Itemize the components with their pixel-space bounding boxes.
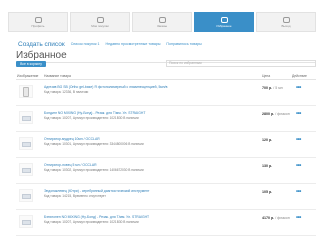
table-header: Изображение Название товара Цена Действи…: [16, 72, 316, 80]
product-image[interactable]: [19, 215, 33, 228]
more-actions-icon[interactable]: •••: [296, 215, 301, 221]
price-value: 4170 р.: [262, 216, 275, 220]
more-actions-icon[interactable]: •••: [296, 163, 301, 169]
tab-label: Выход: [281, 23, 291, 28]
column-header: Изображение: [17, 74, 39, 78]
price-value: 120 р.: [262, 138, 273, 142]
user-icon: [34, 16, 42, 23]
product-image[interactable]: [19, 85, 33, 98]
product-name[interactable]: Эндопаклевец (Ютри) - серебрянный диагно…: [44, 189, 244, 193]
list-subnav: Создать список Список покупок 1 Недавно …: [18, 39, 202, 49]
price-value: 2800 р.: [262, 112, 275, 116]
add-all-to-cart-button[interactable]: Все в корзину: [16, 61, 46, 67]
subnav-item[interactable]: Понравилось товары: [166, 42, 201, 46]
tab-favorites[interactable]: Избранное: [194, 12, 254, 32]
price-unit: / флакон: [275, 216, 290, 220]
product-box: [22, 194, 31, 199]
product-name[interactable]: Бэтипонен NO MIXING (Ну-Бонд) - Резак. д…: [44, 215, 244, 219]
product-name[interactable]: Отпиратор-мудрец 10мл / OCCLAR: [44, 137, 244, 141]
product-price: 4170 р. / флакон: [262, 216, 290, 220]
product-bottle: [23, 87, 29, 97]
price-value: 700 р.: [262, 86, 273, 90]
product-name[interactable]: Бондинг NO MIXING (Ну-Бонд) - Резак. для…: [44, 111, 244, 115]
subnav-item[interactable]: Список покупок 1: [71, 42, 100, 46]
product-box: [22, 168, 31, 173]
tab-label: Профиль: [31, 23, 45, 28]
more-actions-icon[interactable]: •••: [296, 85, 301, 91]
product-box: [22, 220, 31, 225]
price-value: 130 р.: [262, 164, 273, 168]
product-meta: Код товара: 14215, Временно отсутствует: [44, 194, 106, 198]
price-unit: / 5 мл: [273, 86, 283, 90]
table-row: Отпиратор-ловец 5 мл / OCCLAR Код товара…: [16, 159, 316, 184]
tab-label: Мои покупки: [91, 23, 109, 28]
product-meta: Код товара: 10302, Артикул производителя…: [44, 168, 144, 172]
column-header: Действие: [292, 74, 307, 78]
product-price: 130 р.: [262, 164, 272, 168]
product-price: 2800 р. / флакон: [262, 112, 290, 116]
product-name[interactable]: Адгезив BG SB (Ortho gel-base) Я фотопол…: [44, 85, 244, 89]
product-image[interactable]: [19, 163, 33, 176]
tab-purchases[interactable]: Мои покупки: [70, 12, 130, 32]
subnav-item[interactable]: Недавно просмотренные товары: [106, 42, 161, 46]
table-row: Бэтипонен NO MIXING (Ну-Бонд) - Резак. д…: [16, 211, 316, 236]
product-box: [22, 116, 31, 121]
product-price: 700 р. / 5 мл: [262, 86, 283, 90]
product-name[interactable]: Отпиратор-ловец 5 мл / OCCLAR: [44, 163, 244, 167]
product-meta: Код товара: 10301, Артикул производителя…: [44, 142, 144, 146]
product-box: [22, 142, 31, 147]
more-actions-icon[interactable]: •••: [296, 189, 301, 195]
product-image[interactable]: [19, 137, 33, 150]
page-title: Избранное: [16, 50, 67, 61]
table-row: Бондинг NO MIXING (Ну-Бонд) - Резак. для…: [16, 107, 316, 132]
product-meta: Код товара: 12336, В наличии: [44, 90, 89, 94]
column-header: Название товара: [44, 74, 71, 78]
create-list-link[interactable]: Создать список: [18, 41, 65, 48]
product-price: 120 р.: [262, 138, 272, 142]
table-row: Отпиратор-мудрец 10мл / OCCLAR Код товар…: [16, 133, 316, 158]
tab-profile[interactable]: Профиль: [8, 12, 68, 32]
more-actions-icon[interactable]: •••: [296, 137, 301, 143]
bag-icon: [96, 16, 104, 23]
more-actions-icon[interactable]: •••: [296, 111, 301, 117]
product-image[interactable]: [19, 189, 33, 202]
product-meta: Код товара: 10207, Артикул производителя…: [44, 220, 139, 224]
table-row: Адгезив BG SB (Ortho gel-base) Я фотопол…: [16, 81, 316, 106]
product-image[interactable]: [19, 111, 33, 124]
tab-label: Заказы: [156, 23, 168, 28]
tab-label: Избранное: [216, 23, 232, 28]
heart-icon: [220, 16, 228, 23]
power-icon: [282, 16, 290, 23]
cart-icon: [158, 16, 166, 23]
tab-logout[interactable]: Выход: [256, 12, 316, 32]
product-price: 105 р.: [262, 190, 272, 194]
search-input[interactable]: Поиск по избранным: [166, 60, 316, 67]
product-meta: Код товара: 10207, Артикул производителя…: [44, 116, 139, 120]
price-value: 105 р.: [262, 190, 273, 194]
tab-orders[interactable]: Заказы: [132, 12, 192, 32]
price-unit: / флакон: [275, 112, 290, 116]
column-header: Цена: [262, 74, 271, 78]
table-row: Эндопаклевец (Ютри) - серебрянный диагно…: [16, 185, 316, 210]
account-nav: Профиль Мои покупки Заказы Избранное Вых…: [8, 12, 316, 32]
